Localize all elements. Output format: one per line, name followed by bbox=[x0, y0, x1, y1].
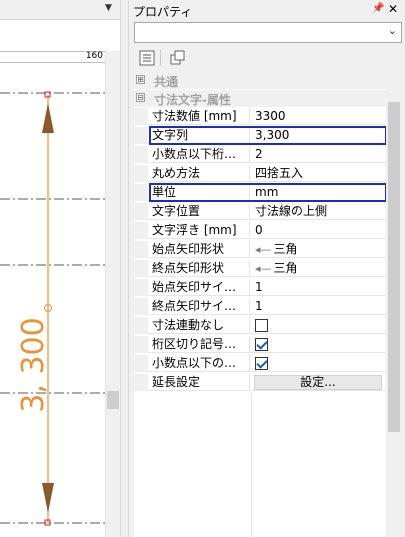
property-value[interactable]: 1 bbox=[251, 279, 386, 296]
property-value[interactable]: mm bbox=[251, 184, 386, 201]
property-row-start-arrow-size[interactable]: 始点矢印サイ… 1 bbox=[134, 279, 386, 296]
category-dimension-text-attributes[interactable]: ⊟ 寸法文字-属性 bbox=[134, 90, 386, 107]
property-name: 小数点以下桁… bbox=[148, 146, 250, 163]
category-common[interactable]: ⊞ 共通 bbox=[134, 72, 386, 89]
grid-vertical-scrollbar[interactable] bbox=[386, 72, 402, 537]
dimension-text: 3, 300 bbox=[16, 317, 51, 412]
property-name: 文字浮き [mm] bbox=[148, 222, 250, 239]
category-label: 共通 bbox=[154, 75, 179, 89]
pin-icon[interactable]: 📌 bbox=[372, 3, 384, 14]
property-row-dimension-value[interactable]: 寸法数値 [mm] 3300 bbox=[134, 108, 386, 125]
checkbox[interactable] bbox=[255, 338, 268, 351]
property-row-text-string[interactable]: 文字列 3,300 bbox=[134, 126, 387, 145]
checkbox[interactable] bbox=[255, 357, 268, 370]
property-row-text-offset[interactable]: 文字浮き [mm] 0 bbox=[134, 222, 386, 239]
property-name: 終点矢印サイ… bbox=[148, 298, 250, 315]
property-name: 始点矢印サイ… bbox=[148, 279, 250, 296]
property-pages-icon[interactable] bbox=[167, 48, 187, 68]
view-toolbar: ▼ bbox=[0, 0, 120, 20]
close-icon[interactable]: ✕ bbox=[388, 2, 398, 16]
drawing-vertical-scrollbar[interactable] bbox=[105, 51, 120, 537]
property-value bbox=[251, 355, 386, 372]
property-name: 文字位置 bbox=[148, 203, 250, 220]
property-value[interactable]: 3300 bbox=[251, 108, 386, 125]
property-row-start-arrow-shape[interactable]: 始点矢印形状 ◂— 三角 bbox=[134, 241, 386, 258]
property-name: 小数点以下の… bbox=[148, 355, 250, 372]
expand-icon[interactable]: ⊞ bbox=[136, 75, 145, 84]
panel-titlebar: プロパティ 📌 ✕ bbox=[129, 0, 405, 20]
arrow-shape-label: 三角 bbox=[273, 242, 298, 256]
property-name: 寸法連動なし bbox=[148, 317, 250, 334]
property-value[interactable]: ◂— 三角 bbox=[251, 260, 386, 277]
properties-panel: プロパティ 📌 ✕ ⌄ ⊞ 共通 ⊟ 寸法文字-属性 寸法数値 [mm] 330… bbox=[129, 0, 405, 537]
view-dropdown-icon[interactable]: ▼ bbox=[105, 3, 112, 13]
property-row-decimal-places[interactable]: 小数点以下桁… 2 bbox=[134, 146, 386, 163]
property-row-end-arrow-size[interactable]: 終点矢印サイ… 1 bbox=[134, 298, 386, 315]
panel-title: プロパティ bbox=[133, 5, 193, 19]
property-name: 終点矢印形状 bbox=[148, 260, 250, 277]
property-value[interactable]: 1 bbox=[251, 298, 386, 315]
categorized-view-icon[interactable] bbox=[137, 48, 157, 68]
arrow-shape-label: 三角 bbox=[273, 261, 298, 275]
property-row-extension-settings[interactable]: 延長設定 設定... bbox=[134, 374, 386, 391]
category-label: 寸法文字-属性 bbox=[154, 93, 231, 107]
object-select[interactable]: ⌄ bbox=[134, 22, 402, 43]
property-grid: ⊞ 共通 ⊟ 寸法文字-属性 寸法数値 [mm] 3300 文字列 3,300 … bbox=[134, 72, 387, 537]
property-value bbox=[251, 317, 386, 334]
property-value[interactable]: 2 bbox=[251, 146, 386, 163]
property-name: 桁区切り記号… bbox=[148, 336, 250, 353]
collapse-icon[interactable]: ⊟ bbox=[136, 93, 145, 102]
scrollbar-thumb[interactable] bbox=[107, 391, 119, 409]
property-value[interactable]: 3,300 bbox=[251, 127, 386, 144]
toolbar-separator bbox=[160, 50, 161, 66]
start-arrow bbox=[42, 103, 54, 133]
dimension-drawing[interactable]: 3, 300 bbox=[0, 63, 105, 537]
property-value[interactable]: 四捨五入 bbox=[251, 165, 386, 182]
property-row-digit-separator[interactable]: 桁区切り記号… bbox=[134, 336, 386, 353]
end-arrow bbox=[42, 483, 54, 513]
panel-toolbar bbox=[129, 46, 405, 70]
property-name: 始点矢印形状 bbox=[148, 241, 250, 258]
scrollbar-thumb[interactable] bbox=[388, 102, 400, 432]
property-value[interactable]: 0 bbox=[251, 222, 386, 239]
column-divider bbox=[251, 393, 252, 537]
ruler: 160 bbox=[0, 51, 105, 63]
property-value: 設定... bbox=[251, 374, 386, 391]
property-row-decimal-trailing[interactable]: 小数点以下の… bbox=[134, 355, 386, 372]
chevron-down-icon: ⌄ bbox=[387, 24, 397, 37]
settings-button[interactable]: 設定... bbox=[254, 375, 382, 390]
checkbox[interactable] bbox=[255, 319, 268, 332]
property-name: 単位 bbox=[148, 184, 250, 201]
pane-splitter[interactable] bbox=[120, 0, 129, 537]
arrow-shape-icon: ◂— bbox=[255, 262, 272, 275]
property-name: 丸め方法 bbox=[148, 165, 250, 182]
property-value[interactable]: 寸法線の上側 bbox=[251, 203, 386, 220]
arrow-shape-icon: ◂— bbox=[255, 243, 272, 256]
property-value bbox=[251, 336, 386, 353]
property-row-no-dimension-link[interactable]: 寸法連動なし bbox=[134, 317, 386, 334]
property-name: 文字列 bbox=[148, 127, 250, 144]
property-name: 延長設定 bbox=[148, 374, 250, 391]
property-name: 寸法数値 [mm] bbox=[148, 108, 250, 125]
ruler-value: 160 bbox=[85, 51, 103, 61]
property-row-text-position[interactable]: 文字位置 寸法線の上側 bbox=[134, 203, 386, 220]
drawing-canvas[interactable]: ▼ 160 3, 300 bbox=[0, 0, 120, 537]
property-row-unit[interactable]: 単位 mm bbox=[134, 183, 387, 202]
property-row-end-arrow-shape[interactable]: 終点矢印形状 ◂— 三角 bbox=[134, 260, 386, 277]
property-row-rounding[interactable]: 丸め方法 四捨五入 bbox=[134, 165, 386, 182]
property-value[interactable]: ◂— 三角 bbox=[251, 241, 386, 258]
